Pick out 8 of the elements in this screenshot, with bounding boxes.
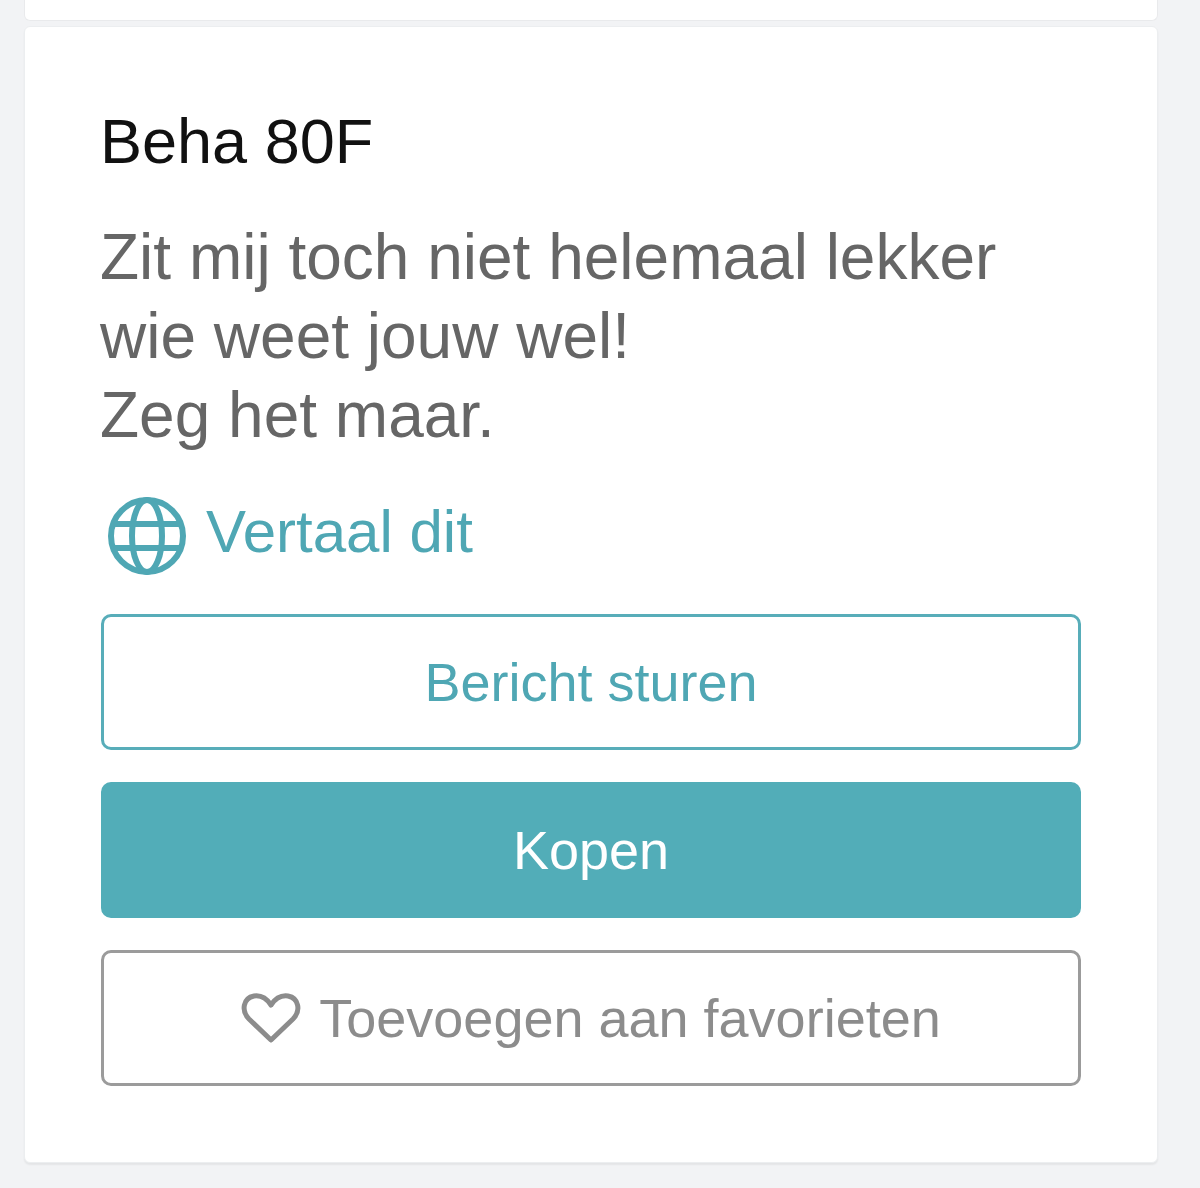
message-button[interactable]: Bericht sturen bbox=[101, 614, 1081, 750]
globe-icon[interactable] bbox=[108, 497, 186, 575]
buy-button[interactable]: Kopen bbox=[101, 782, 1081, 918]
listing-description: Zit mij toch niet helemaal lekker wie weet jouw wel! Zeg het maar. bbox=[100, 220, 998, 453]
listing-title: Beha 80F bbox=[100, 105, 375, 177]
translate-link[interactable]: Vertaal dit bbox=[206, 496, 473, 568]
favorite-button[interactable]: Toevoegen aan favorieten bbox=[101, 950, 1081, 1086]
heart-icon bbox=[241, 992, 302, 1044]
